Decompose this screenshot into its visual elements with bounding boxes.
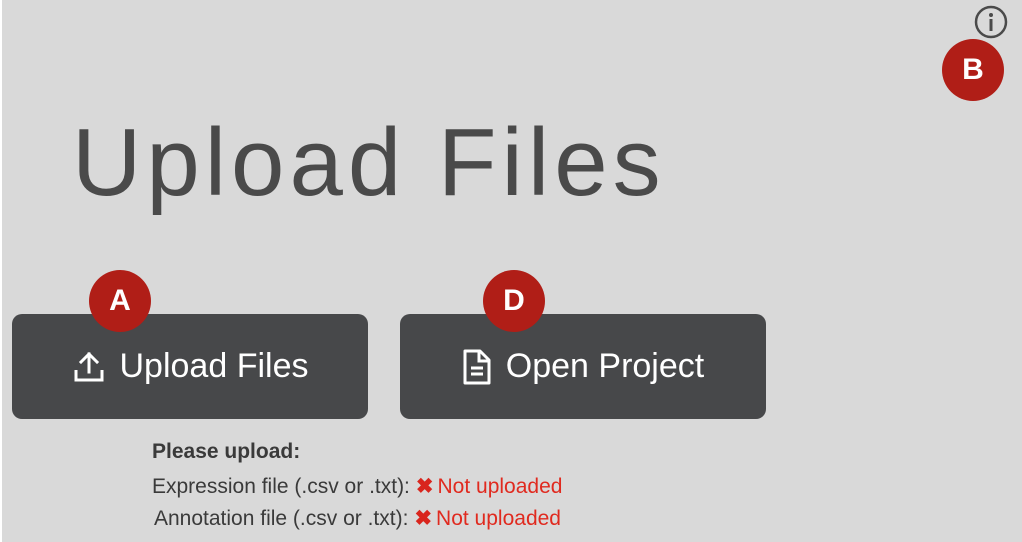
info-icon[interactable] (974, 5, 1008, 39)
requirement-annotation-file: Annotation file (.csv or .txt): ✖ Not uplo… (154, 506, 561, 531)
upload-panel: B Upload Files Upload Files Open Project… (2, 0, 1022, 542)
annotation-badge-a: A (89, 270, 151, 332)
requirement-status: Not uploaded (437, 475, 563, 498)
x-mark-icon: ✖ (415, 475, 434, 498)
upload-files-label: Upload Files (119, 347, 309, 385)
open-project-label: Open Project (505, 347, 705, 385)
annotation-badge-d: D (483, 270, 545, 332)
requirement-status: Not uploaded (436, 507, 561, 530)
requirement-label: Annotation file (.csv or .txt): (154, 507, 409, 530)
requirement-label: Expression file (.csv or .txt): (152, 475, 410, 498)
requirement-expression-file: Expression file (.csv or .txt): ✖ Not uplo… (152, 474, 562, 499)
upload-files-button[interactable]: Upload Files (12, 314, 368, 419)
open-project-button[interactable]: Open Project (400, 314, 766, 419)
upload-icon (74, 351, 103, 381)
requirements-heading: Please upload: (152, 440, 301, 463)
x-mark-icon: ✖ (414, 507, 433, 530)
annotation-badge-b: B (942, 39, 1004, 101)
page-title: Upload Files (72, 109, 666, 216)
document-icon (463, 349, 491, 384)
